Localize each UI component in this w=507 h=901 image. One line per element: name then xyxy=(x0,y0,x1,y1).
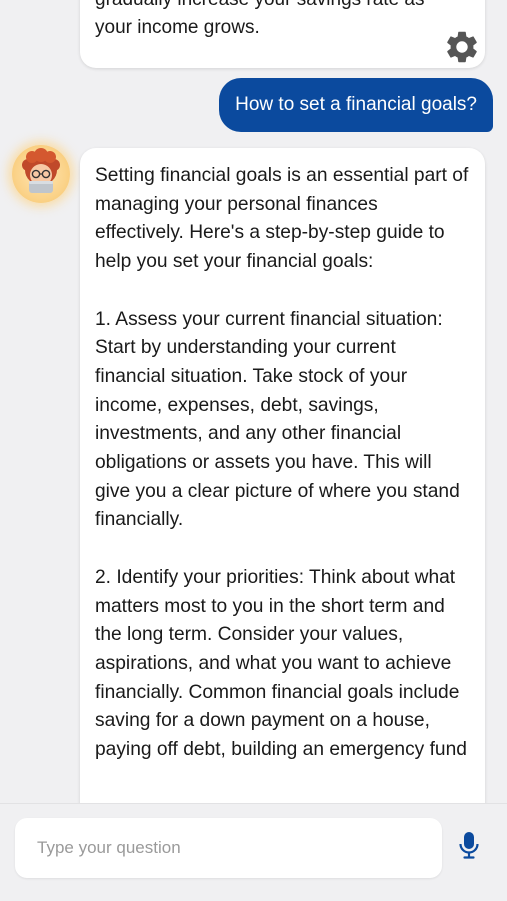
microphone-icon[interactable] xyxy=(457,830,481,860)
previous-bot-message: gradually increase your savings rate as … xyxy=(80,0,485,68)
user-message-text: How to set a financial goals? xyxy=(235,94,477,115)
question-input[interactable] xyxy=(15,818,442,878)
gear-icon[interactable] xyxy=(443,28,481,66)
bot-avatar xyxy=(12,145,70,203)
bot-paragraph-1: Setting financial goals is an essential … xyxy=(95,165,469,273)
input-bar xyxy=(0,803,507,901)
user-message-bubble: How to set a financial goals? xyxy=(219,78,493,132)
previous-message-line-2: your income grows. xyxy=(95,17,260,38)
chat-area: gradually increase your savings rate as … xyxy=(0,0,507,803)
bot-paragraph-2: 1. Assess your current financial situati… xyxy=(95,308,460,531)
avatar-icon xyxy=(22,148,60,193)
bot-paragraph-3: 2. Identify your priorities: Think about… xyxy=(95,566,467,761)
bot-message-bubble: Setting financial goals is an essential … xyxy=(80,148,485,803)
previous-message-line-1: gradually increase your savings rate as xyxy=(95,0,425,14)
